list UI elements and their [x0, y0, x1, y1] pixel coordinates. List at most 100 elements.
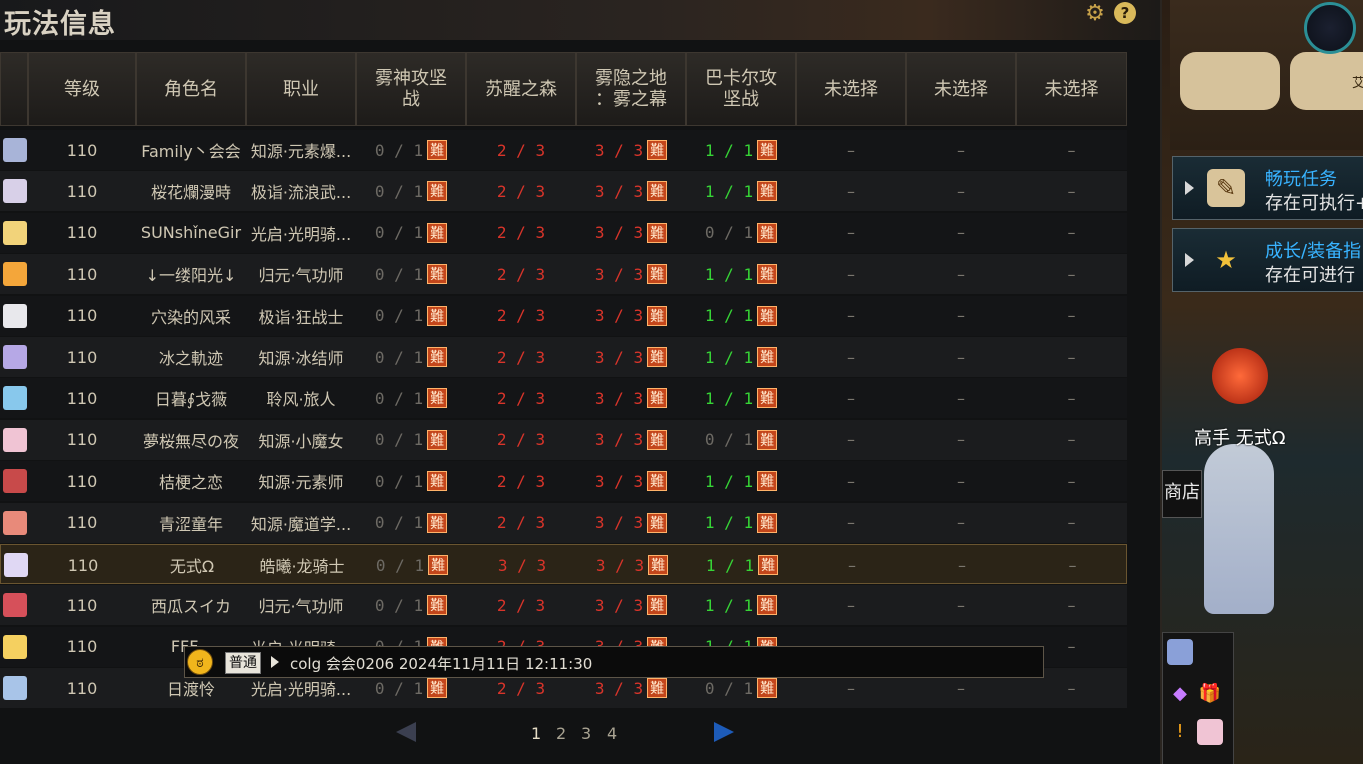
level-cell: 110 — [28, 503, 136, 543]
smiley-icon[interactable]: ಠ — [187, 649, 213, 675]
hard-tag-icon: 難 — [427, 264, 448, 285]
progress-cell: 3 / 3 — [467, 545, 577, 585]
table-row[interactable]: 110 ↓一缕阳光↓ 归元·气功师 0 / 1難2 / 33 / 3難1 / 1 難 – –… — [0, 254, 1127, 295]
header-cell[interactable]: 未选择 — [796, 52, 906, 126]
job-cell-value: 极诣·流浪武... — [250, 183, 352, 203]
table-row[interactable]: 110 冰之軌迹 知源·冰结师 0 / 1難2 / 33 / 3難1 / 1 難 – – – — [0, 337, 1127, 377]
empty-cell: – — [957, 264, 965, 284]
gift-icon[interactable]: 🎁 — [1197, 681, 1223, 707]
progress-cell: 0 / 1難 — [356, 503, 466, 543]
empty-cell: – — [847, 471, 855, 491]
compass-icon[interactable] — [1304, 2, 1356, 54]
character-sprite[interactable] — [1204, 444, 1274, 614]
header-cell[interactable]: 职业 — [246, 52, 356, 126]
progress-cell-value: 2 / 3 — [496, 306, 546, 326]
quest-entry-play[interactable]: ✎ 畅玩任务 存在可执行+ — [1172, 156, 1363, 220]
hard-tag-icon: 難 — [757, 429, 778, 450]
progress-cell-value: 2 / 3 — [496, 181, 546, 201]
hard-tag-icon: 難 — [758, 555, 779, 575]
empty-cell: – — [1068, 555, 1077, 575]
level-cell-value: 110 — [66, 140, 98, 160]
progress-cell-value: 0 / 1 — [704, 430, 754, 450]
table-row[interactable]: 110 Family丶会会 知源·元素爆... 0 / 1難2 / 33 / 3難1 … — [0, 130, 1127, 170]
level-cell-value: 110 — [66, 678, 98, 698]
name-cell-value: 日暮∮戈薇 — [154, 390, 228, 410]
table-row[interactable]: 110 桔梗之恋 知源·元素师 0 / 1難2 / 33 / 3難1 / 1 難 – – – — [0, 461, 1127, 502]
name-cell-value: 桔梗之恋 — [158, 473, 223, 493]
name-cell: 西瓜スイカ — [136, 585, 246, 625]
header-cell[interactable]: 等级 — [28, 52, 136, 126]
job-cell: 知源·小魔女 — [246, 420, 356, 460]
channel-arrow-icon — [271, 656, 279, 668]
hard-tag-icon: 難 — [647, 264, 668, 285]
job-cell-value: 极诣·狂战士 — [258, 307, 344, 327]
avatar-icon[interactable] — [1197, 719, 1223, 745]
minimap[interactable]: 艾 — [1170, 0, 1363, 150]
header-cell[interactable]: 未选择 — [1016, 52, 1127, 126]
pagination: 1 2 3 4 — [0, 722, 1127, 746]
level-cell: 110 — [28, 337, 136, 377]
job-cell-value: 归元·气功师 — [258, 266, 344, 286]
job-cell-value: 知源·魔道学... — [250, 514, 352, 534]
chat-message[interactable]: ಠ 普通 colg 会会0206 2024年11月11日 12:11:30 — [184, 646, 1044, 678]
job-cell-value: 皓曦·龙骑士 — [259, 557, 345, 576]
level-cell-value: 110 — [66, 264, 98, 284]
table-row[interactable]: 110 日暮∮戈薇 聆风·旅人 0 / 1難2 / 33 / 3難1 / 1 難 – – – — [0, 378, 1127, 419]
progress-cell-value: 1 / 1 — [704, 347, 754, 367]
prev-page-arrow-icon[interactable] — [396, 722, 416, 742]
name-cell-value: 无式Ω — [169, 557, 215, 576]
question-icon[interactable]: ? — [1114, 2, 1136, 24]
progress-cell-value: 3 / 3 — [497, 555, 547, 575]
table-row[interactable]: 110 夢桜無尽の夜 知源·小魔女 0 / 1難2 / 33 / 3難0 / 1 難 – –… — [0, 419, 1127, 460]
progress-cell-value: 2 / 3 — [496, 140, 546, 160]
table-row[interactable]: 110 青涩童年 知源·魔道学... 0 / 1難2 / 33 / 3難1 / 1 難 –… — [0, 502, 1127, 543]
next-page-arrow-icon[interactable] — [714, 722, 734, 742]
empty-cell: – — [847, 264, 855, 284]
page-4[interactable]: 4 — [607, 724, 617, 743]
avatar-icon[interactable] — [1167, 639, 1193, 665]
header-cell[interactable]: 雾隐之地 ：雾之幕 — [576, 52, 686, 126]
quest-subtitle: 存在可执行+ — [1265, 193, 1363, 214]
expand-arrow-icon[interactable] — [1185, 253, 1194, 267]
table-row[interactable]: 110 桜花爛漫時 极诣·流浪武... 0 / 1難2 / 33 / 3難1 / 1難… — [0, 171, 1127, 212]
gem-icon[interactable]: ◆ — [1167, 681, 1193, 707]
shop-button[interactable]: 商店 — [1162, 470, 1202, 518]
chat-channel-badge: 普通 — [225, 652, 261, 674]
table-row[interactable]: 110 西瓜スイカ 归元·气功师 0 / 1難2 / 33 / 3難1 / 1 難 – – – — [0, 585, 1127, 626]
character-avatar-icon — [3, 593, 27, 618]
header-cell[interactable]: 雾神攻坚 战 — [356, 52, 466, 126]
alert-icon[interactable]: ! — [1167, 719, 1193, 745]
table-row[interactable]: 110 无式Ω 皓曦·龙骑士 0 / 1難3 / 33 / 3難1 / 1 難 – – – — [0, 544, 1127, 584]
page-1[interactable]: 1 — [531, 724, 541, 743]
progress-cell-value: 2 / 3 — [496, 264, 546, 284]
play-info-panel: 玩法信息 ⚙ ? 等级 角色名 职业 雾神攻坚 战苏醒之森 雾隐之地 ：雾之幕 巴卡尔攻 … — [0, 0, 1162, 764]
hard-tag-icon: 難 — [647, 222, 668, 243]
header-cell[interactable]: 角色名 — [136, 52, 246, 126]
header-cell[interactable]: 苏醒之森 — [466, 52, 576, 126]
empty-cell: – — [847, 306, 855, 326]
progress-cell-value: 1 / 1 — [704, 140, 754, 160]
expand-arrow-icon[interactable] — [1185, 181, 1194, 195]
quest-entry-growth[interactable]: ★ 成长/装备指 存在可进行 — [1172, 228, 1363, 292]
table-row[interactable]: 110 SUNshǐneGir 光启·光明骑... 0 / 1難2 / 33 / 3難… — [0, 212, 1127, 253]
progress-cell-value: 0 / 1 — [374, 430, 424, 450]
table-row[interactable]: 110 穴染的风采 极诣·狂战士 0 / 1難2 / 33 / 3難1 / 1 難 – – – — [0, 295, 1127, 336]
hard-tag-icon: 難 — [648, 555, 669, 575]
character-avatar-icon — [3, 303, 27, 328]
level-cell: 110 — [28, 585, 136, 625]
header-cell[interactable]: 巴卡尔攻 坚战 — [686, 52, 796, 126]
header-cell[interactable]: 未选择 — [906, 52, 1016, 126]
empty-cell: – — [957, 430, 965, 450]
page-2[interactable]: 2 — [556, 724, 566, 743]
level-cell-value: 110 — [66, 223, 98, 243]
page-3[interactable]: 3 — [581, 724, 591, 743]
gear-icon[interactable]: ⚙ — [1084, 1, 1106, 26]
progress-cell-value: 3 / 3 — [594, 140, 644, 160]
progress-cell: 1 / 1難 — [686, 503, 796, 543]
progress-cell-value: 2 / 3 — [496, 595, 546, 615]
progress-cell: 2 / 3 — [466, 337, 576, 377]
job-cell-value: 知源·元素爆... — [250, 142, 352, 161]
character-avatar-icon — [3, 262, 27, 287]
hard-tag-icon: 難 — [757, 181, 778, 202]
name-cell: 夢桜無尽の夜 — [136, 420, 246, 460]
